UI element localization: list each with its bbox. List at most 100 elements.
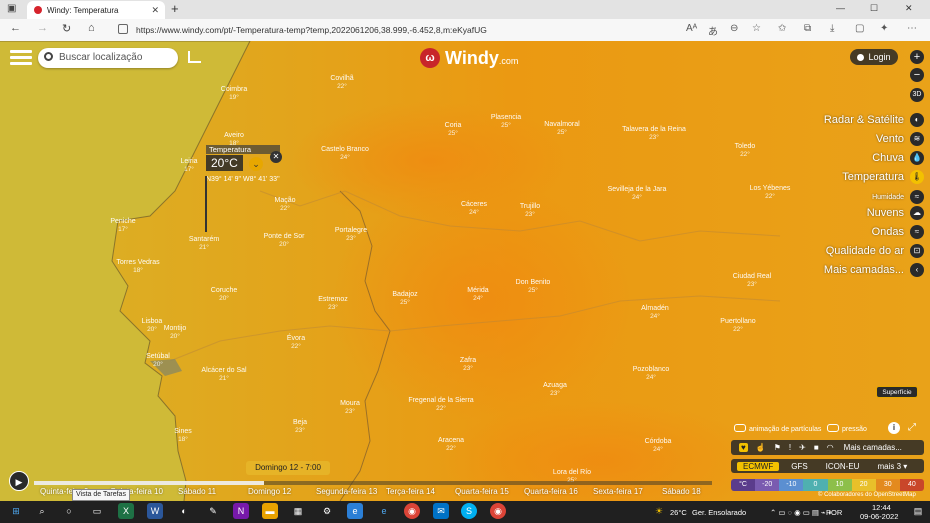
layer-radar[interactable]: Radar & Satélite ◐ [824, 112, 924, 128]
city-label[interactable]: Montijo 20° [164, 325, 187, 341]
city-label[interactable]: Cáceres 24° [461, 201, 487, 217]
city-label[interactable]: Coruche 20° [211, 287, 237, 303]
forward-arrow-icon[interactable]: → [37, 22, 48, 34]
clock-time[interactable]: 12:44 [872, 503, 891, 512]
read-aloud-icon[interactable]: Aᴬ [686, 23, 697, 34]
city-label[interactable]: Setúbal 20° [146, 353, 170, 369]
favorites-icon[interactable]: ✩ [778, 23, 786, 34]
timeline-day[interactable]: Quarta-feira 15 [455, 487, 509, 496]
windows-start-icon[interactable]: ⊞ [8, 503, 24, 519]
zoom-out-button[interactable]: − [910, 68, 924, 82]
city-label[interactable]: Puertollano 22° [720, 318, 755, 334]
download-icon[interactable]: ⤓ [830, 23, 834, 34]
refresh-icon[interactable]: ↻ [62, 22, 71, 35]
city-label[interactable]: Aracena 22° [438, 437, 464, 453]
timeline-day[interactable]: Domingo 12 [248, 487, 291, 496]
fullscreen-icon[interactable]: ⤢ [908, 422, 916, 433]
weather-sun-icon[interactable]: ☀ [651, 503, 667, 519]
city-label[interactable]: Beja 23° [293, 419, 307, 435]
minimize-button[interactable]: — [836, 3, 845, 13]
city-label[interactable]: Lisboa 20° [142, 318, 163, 334]
maximize-button[interactable]: ☐ [870, 3, 878, 14]
url-field[interactable]: https://www.windy.com/pt/-Temperatura-te… [114, 22, 674, 38]
screenshot-icon[interactable]: ▢ [855, 23, 864, 34]
temperature-scale[interactable]: °C -20 -10 0 10 20 30 40 [731, 479, 924, 491]
city-label[interactable]: Évora 22° [287, 335, 305, 351]
model-gfs[interactable]: GFS [785, 462, 813, 471]
flag-icon[interactable]: ⚑ [774, 443, 781, 452]
timeline-day[interactable]: Sexta-feira 17 [593, 487, 643, 496]
task-view-icon[interactable]: ▭ [89, 503, 105, 519]
close-window-button[interactable]: ✕ [905, 3, 913, 14]
paint-icon[interactable]: ✎ [205, 503, 221, 519]
timeline-day[interactable]: Segunda-feira 13 [316, 487, 377, 496]
timeline-day[interactable]: Terça-feira 14 [386, 487, 435, 496]
city-label[interactable]: Plasencia 25° [491, 114, 521, 130]
window-menu-icon[interactable]: ▣ [7, 3, 16, 14]
city-label[interactable]: Portalegre 23° [335, 227, 367, 243]
altitude-surface-button[interactable]: Superfície [876, 386, 918, 398]
city-label[interactable]: Talavera de la Reina 23° [622, 126, 686, 142]
translate-icon[interactable]: あ [708, 23, 718, 38]
city-label[interactable]: Córdoba 24° [645, 438, 672, 454]
city-label[interactable]: Santarém 21° [189, 236, 219, 252]
city-label[interactable]: Pozoblanco 24° [633, 366, 670, 382]
home-icon[interactable]: ⌂ [88, 22, 95, 34]
language-indicator[interactable]: POR [826, 508, 842, 517]
city-label[interactable]: Torres Vedras 18° [116, 259, 159, 275]
city-label[interactable]: Mérida 24° [467, 287, 488, 303]
favorite-star-icon[interactable]: ☆ [752, 23, 761, 34]
clock-date[interactable]: 09-06-2022 [860, 512, 898, 521]
model-icon-eu[interactable]: ICON-EU [820, 462, 866, 471]
collections-icon[interactable]: ⧉ [804, 23, 811, 34]
city-label[interactable]: Peniche 17° [110, 218, 135, 234]
store-icon[interactable]: ▦ [290, 503, 306, 519]
city-label[interactable]: Badajoz 25° [392, 291, 417, 307]
city-label[interactable]: Navalmoral 25° [544, 121, 579, 137]
city-label[interactable]: Ponte de Sor 20° [264, 233, 305, 249]
city-label[interactable]: Fregenal de la Sierra 22° [408, 397, 473, 413]
city-label[interactable]: Almadén 24° [641, 305, 669, 321]
city-label[interactable]: Coimbra 19° [221, 86, 247, 102]
layer-temperature[interactable]: Temperatura 🌡 [842, 169, 924, 185]
picker-close-icon[interactable]: ✕ [270, 151, 282, 163]
cortana-icon[interactable]: ○ [61, 503, 77, 519]
timeline-day[interactable]: Sábado 18 [662, 487, 701, 496]
hand-icon[interactable]: ☝ [756, 443, 766, 452]
pressure-toggle[interactable]: pressão [827, 424, 867, 433]
onenote-icon[interactable]: N [233, 503, 249, 519]
city-label[interactable]: Toledo 22° [735, 143, 756, 159]
info-icon[interactable]: i [888, 422, 900, 434]
browser-tab[interactable]: Windy: Temperatura ✕ [27, 1, 165, 19]
city-label[interactable]: Sines 18° [174, 428, 192, 444]
layer-rain[interactable]: Chuva 💧 [872, 150, 924, 166]
weather-description[interactable]: Ger. Ensolarado [692, 508, 746, 517]
share-icon[interactable] [188, 51, 201, 63]
city-label[interactable]: Los Yébenes 22° [750, 185, 791, 201]
plane-icon[interactable]: ✈ [799, 443, 806, 452]
zoom-icon[interactable]: ⊖ [730, 23, 738, 34]
attribution[interactable]: © Colaboradores do OpenStreetMap [818, 492, 916, 498]
more-menu-icon[interactable]: ⋯ [907, 23, 917, 34]
city-label[interactable]: Covilhã 22° [330, 75, 353, 91]
camera-icon[interactable]: ■ [814, 443, 819, 452]
excel-icon[interactable]: X [118, 503, 134, 519]
layer-more[interactable]: Mais camadas... ‹ [824, 262, 924, 278]
more-layers-link[interactable]: Mais camadas... [844, 443, 902, 452]
extension-icon[interactable]: ✦ [880, 23, 888, 34]
picker-popup[interactable]: Temperatura 20°C ⌄ N39° 14' 9" W8° 41' 3… [206, 145, 280, 183]
play-button[interactable]: ▶ [9, 471, 29, 491]
city-label[interactable]: Azuaga 23° [543, 382, 567, 398]
system-tray-icons[interactable]: ⌃ ▭ ◌ ◉ ▭ ▤ ⌁ ◗ [770, 508, 832, 517]
city-label[interactable]: Leiria 17° [180, 158, 197, 174]
search-input[interactable]: Buscar localização [38, 48, 178, 68]
timeline-current-time[interactable]: Domingo 12 - 7:00 [246, 461, 330, 475]
ie-icon[interactable]: e [376, 503, 392, 519]
chrome-2-icon[interactable]: ◉ [490, 503, 506, 519]
tab-close-button[interactable]: ✕ [151, 5, 159, 16]
city-label[interactable]: Trujillo 23° [520, 203, 540, 219]
layer-waves[interactable]: Ondas ≈ [872, 224, 924, 240]
city-label[interactable]: Estremoz 23° [318, 296, 348, 312]
city-label[interactable]: Don Benito 25° [516, 279, 551, 295]
word-icon[interactable]: W [147, 503, 163, 519]
